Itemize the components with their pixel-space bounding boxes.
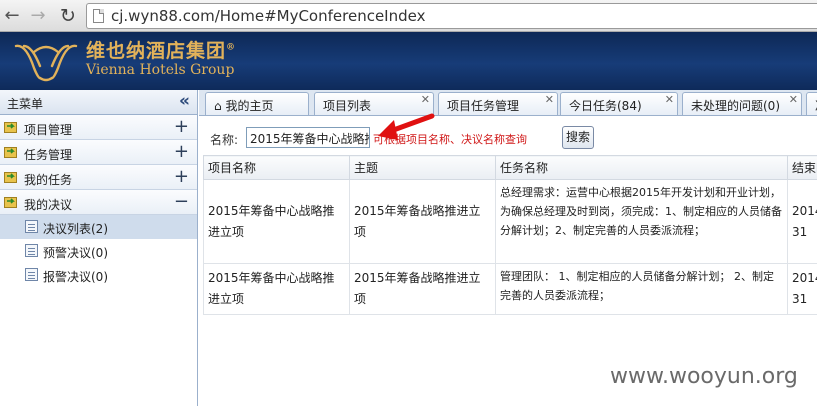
expand-icon[interactable]: + — [174, 141, 189, 162]
cell-topic: 2015年筹备战略推进立项 — [349, 263, 496, 315]
table-icon — [25, 220, 38, 233]
forward-icon[interactable]: → — [26, 4, 50, 28]
watermark: www.wooyun.org — [610, 364, 798, 389]
tab-label: 项目列表 — [323, 99, 372, 113]
column-header-end-time[interactable]: 结束时 — [787, 155, 817, 180]
tab-bar: ⌂ 我的主页 项目列表 ✕ 项目任务管理 ✕ 今日任务(84) ✕ 未处理的问题… — [199, 90, 817, 116]
back-icon[interactable]: ← — [0, 4, 24, 28]
column-header-task-name[interactable]: 任务名称 — [495, 155, 788, 180]
table-row[interactable]: 2015年筹备中心战略推进立项 2015年筹备战略推进立项 总经理需求：运营中心… — [203, 179, 817, 264]
tab-unresolved-issues[interactable]: 未处理的问题(0) ✕ — [682, 92, 802, 115]
tab-project-task-management[interactable]: 项目任务管理 ✕ — [438, 92, 558, 115]
tab-resolutions[interactable]: 决 — [806, 92, 817, 115]
table-icon — [25, 268, 38, 281]
reload-icon[interactable]: ↻ — [56, 4, 80, 28]
sidebar-item-label: 报警决议(0) — [43, 270, 108, 284]
tab-label: 未处理的问题(0) — [691, 99, 780, 113]
registered-mark: ® — [226, 42, 237, 53]
collapse-group-icon[interactable]: − — [174, 191, 189, 212]
close-icon[interactable]: ✕ — [665, 93, 674, 106]
close-icon[interactable]: ✕ — [789, 93, 798, 106]
folder-arrow-icon — [4, 122, 17, 133]
tab-my-home[interactable]: ⌂ 我的主页 — [205, 92, 309, 115]
table-row[interactable]: 2015年筹备中心战略推进立项 2015年筹备战略推进立项 管理团队： 1、制定… — [203, 263, 817, 315]
close-icon[interactable]: ✕ — [421, 93, 430, 106]
home-icon: ⌂ — [214, 99, 226, 113]
column-header-project-name[interactable]: 项目名称 — [203, 155, 350, 180]
sidebar-item-label: 决议列表(2) — [43, 222, 108, 236]
cell-end-time: 2014-31 — [787, 263, 817, 315]
menu-group-label: 任务管理 — [24, 148, 73, 162]
tab-label: 今日任务(84) — [569, 99, 642, 113]
browser-toolbar: ← → ↻ cj.wyn88.com/Home#MyConferenceInde… — [0, 0, 817, 32]
table-header-row: 项目名称 主题 任务名称 结束时 — [203, 155, 817, 180]
site-header: 维也纳酒店集团® Vienna Hotels Group — [0, 32, 817, 90]
name-search-input[interactable]: 2015年筹备中心战略推 — [246, 127, 370, 148]
tab-label: 项目任务管理 — [447, 99, 520, 113]
menu-group-project-management[interactable]: 项目管理 + — [0, 115, 197, 140]
cell-project-name: 2015年筹备中心战略推进立项 — [203, 263, 350, 315]
search-button[interactable]: 搜索 — [562, 126, 594, 149]
logo-cn-text: 维也纳酒店集团 — [86, 40, 227, 62]
tab-label-text: 我的主页 — [225, 99, 274, 113]
sidebar: 主菜单 « 项目管理 + 任务管理 + 我的任务 + 我的决议 − 决议列表(2… — [0, 90, 198, 406]
sidebar-header: 主菜单 « — [0, 90, 197, 115]
close-icon[interactable]: ✕ — [545, 93, 554, 106]
sidebar-title: 主菜单 — [7, 97, 44, 111]
page-icon — [93, 9, 104, 23]
menu-group-my-tasks[interactable]: 我的任务 + — [0, 165, 197, 190]
sidebar-item-warning-resolutions[interactable]: 预警决议(0) — [0, 239, 197, 263]
cell-topic: 2015年筹备战略推进立项 — [349, 179, 496, 264]
red-arrow-annotation-icon — [378, 113, 435, 140]
cell-end-time: 2014-31 — [787, 179, 817, 264]
menu-group-my-resolutions[interactable]: 我的决议 − — [0, 190, 197, 215]
cell-project-name: 2015年筹备中心战略推进立项 — [203, 179, 350, 264]
vienna-logo-icon — [14, 44, 78, 82]
search-bar: 名称: 2015年筹备中心战略推 可根据项目名称、决议名称查询 搜索 — [199, 117, 817, 155]
expand-icon[interactable]: + — [174, 116, 189, 137]
tab-label: ⌂ 我的主页 — [214, 97, 273, 114]
menu-group-task-management[interactable]: 任务管理 + — [0, 140, 197, 165]
folder-arrow-icon — [4, 172, 17, 183]
folder-arrow-icon — [4, 147, 17, 158]
menu-group-label: 我的任务 — [24, 173, 73, 187]
logo-chinese-name: 维也纳酒店集团® — [86, 36, 236, 63]
menu-group-label: 我的决议 — [24, 198, 73, 212]
url-text[interactable]: cj.wyn88.com/Home#MyConferenceIndex — [111, 7, 425, 25]
expand-icon[interactable]: + — [174, 166, 189, 187]
logo-english-name: Vienna Hotels Group — [86, 62, 235, 78]
sidebar-item-resolution-list[interactable]: 决议列表(2) — [0, 215, 197, 239]
name-label: 名称: — [210, 133, 239, 147]
menu-group-label: 项目管理 — [24, 123, 73, 137]
table-icon — [25, 244, 38, 257]
cell-task-name: 总经理需求：运营中心根据2015年开发计划和开业计划，为确保总经理及时到岗，须完… — [495, 179, 788, 264]
sidebar-item-alarm-resolutions[interactable]: 报警决议(0) — [0, 263, 197, 287]
sidebar-item-label: 预警决议(0) — [43, 246, 108, 260]
folder-arrow-icon — [4, 197, 17, 208]
cell-task-name: 管理团队： 1、制定相应的人员储备分解计划； 2、制定完善的人员委派流程； — [495, 263, 788, 315]
column-header-topic[interactable]: 主题 — [349, 155, 496, 180]
address-bar[interactable]: cj.wyn88.com/Home#MyConferenceIndex — [86, 3, 817, 29]
tab-today-tasks[interactable]: 今日任务(84) ✕ — [560, 92, 678, 115]
collapse-icon[interactable]: « — [179, 91, 190, 111]
